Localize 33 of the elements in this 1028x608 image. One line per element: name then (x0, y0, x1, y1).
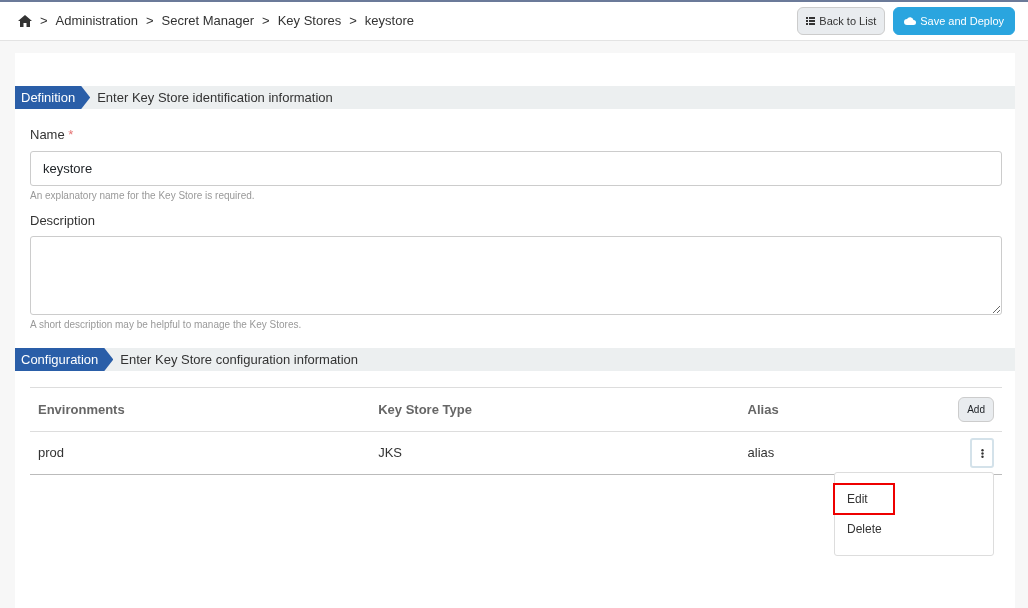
section-tag: Configuration (15, 348, 114, 371)
column-header: Key Store Type (370, 387, 740, 432)
list-icon (806, 17, 816, 25)
more-icon (980, 448, 984, 458)
section-description: Enter Key Store configuration information (120, 351, 359, 369)
field-label: Name (30, 127, 65, 142)
required-mark: * (68, 127, 74, 142)
section-description: Enter Key Store identification information (97, 89, 333, 107)
menu-item[interactable]: Edit (835, 485, 893, 513)
field-label: Description (30, 211, 97, 230)
breadcrumb-current: keystore (364, 12, 414, 31)
help-text: An explanatory name for the Key Store is required. (30, 188, 256, 203)
add-button[interactable]: Add (958, 397, 994, 422)
breadcrumb-link[interactable]: Secret Manager (161, 11, 255, 31)
column-header: Environments (30, 387, 371, 432)
more-button[interactable] (970, 438, 994, 468)
home-icon[interactable] (18, 15, 32, 27)
description-input[interactable] (30, 236, 1002, 315)
cloud-icon (904, 17, 917, 25)
breadcrumb-link[interactable]: Key Stores (277, 11, 342, 31)
table-cell: prod (30, 431, 371, 475)
back-button[interactable]: Back to List (797, 6, 886, 36)
separator: > (262, 12, 270, 31)
breadcrumb-link[interactable]: Administration (55, 11, 138, 31)
separator: > (145, 12, 154, 31)
help-text: A short description may be helpful to manage the Key Stores. (30, 318, 303, 332)
table-cell: JKS (370, 431, 740, 475)
separator: > (40, 12, 48, 31)
name-input[interactable]: keystore (30, 150, 1002, 186)
separator: > (349, 12, 357, 31)
menu-item[interactable]: Delete (835, 515, 993, 543)
column-header: Alias (739, 387, 934, 432)
section-tag: Definition (15, 86, 91, 109)
